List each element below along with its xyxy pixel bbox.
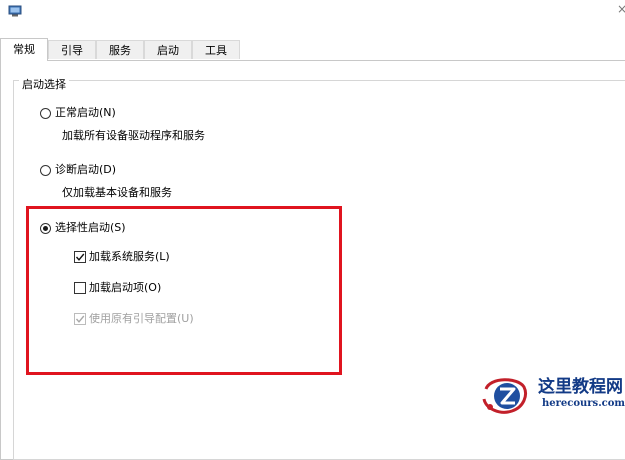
watermark-url: herecours.com [542, 398, 625, 409]
tab-general[interactable]: 常规 [0, 38, 48, 61]
tab-services[interactable]: 服务 [96, 40, 144, 59]
tab-startup[interactable]: 启动 [144, 40, 192, 59]
tab-strip: 常规 引导 服务 启动 工具 [0, 38, 240, 61]
normal-startup-description: 加载所有设备驱动程序和服务 [62, 129, 205, 142]
highlight-box [26, 206, 342, 375]
tab-boot[interactable]: 引导 [48, 40, 96, 59]
normal-startup-radio[interactable] [40, 108, 51, 119]
normal-startup-label[interactable]: 正常启动(N) [55, 106, 116, 120]
tab-tools[interactable]: 工具 [192, 40, 240, 59]
diagnostic-startup-radio[interactable] [40, 165, 51, 176]
startup-selection-legend: 启动选择 [19, 78, 69, 92]
diagnostic-startup-description: 仅加载基本设备和服务 [62, 186, 172, 199]
app-icon [8, 5, 22, 17]
diagnostic-startup-label[interactable]: 诊断启动(D) [55, 163, 116, 177]
close-icon[interactable]: × [617, 3, 625, 15]
z-logo-icon [482, 378, 527, 414]
watermark-title: 这里教程网 [538, 377, 623, 397]
watermark: 这里教程网 herecours.com [480, 373, 625, 417]
